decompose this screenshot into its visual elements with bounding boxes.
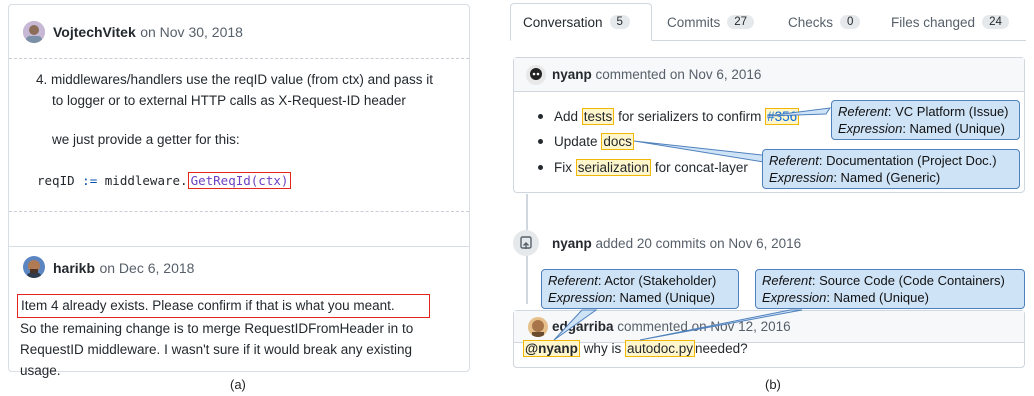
callout-key: Expression xyxy=(762,290,827,305)
callout-value: : Named (Unique) xyxy=(612,290,715,305)
callout-value: : Source Code (Code Containers) xyxy=(811,273,1005,288)
callout-key: Expression xyxy=(548,290,613,305)
callout-value: : Named (Unique) xyxy=(902,121,1005,136)
annotation-callout: Referent: Source Code (Code Containers) … xyxy=(755,269,1025,309)
callout-pointer xyxy=(633,140,782,164)
callout-key: Referent xyxy=(838,104,888,119)
callout-pointers xyxy=(553,107,832,341)
callout-pointer xyxy=(766,107,832,117)
callout-key: Expression xyxy=(838,121,903,136)
caption-b: (b) xyxy=(765,377,781,392)
annotation-callout: Referent: VC Platform (Issue) Expression… xyxy=(831,100,1020,140)
callout-pointer xyxy=(639,309,803,341)
callout-key: Referent xyxy=(762,273,812,288)
callout-key: Referent xyxy=(769,153,819,168)
callout-key: Expression xyxy=(769,170,834,185)
annotation-callout: Referent: Documentation (Project Doc.) E… xyxy=(762,149,1020,189)
callout-pointer xyxy=(553,309,598,341)
annotation-callout: Referent: Actor (Stakeholder) Expression… xyxy=(541,269,739,309)
callout-value: : Named (Unique) xyxy=(826,290,929,305)
callout-value: : Actor (Stakeholder) xyxy=(597,273,717,288)
callout-key: Referent xyxy=(548,273,598,288)
callout-value: : VC Platform (Issue) xyxy=(887,104,1009,119)
callout-value: : Named (Generic) xyxy=(833,170,941,185)
callout-value: : Documentation (Project Doc.) xyxy=(818,153,997,168)
